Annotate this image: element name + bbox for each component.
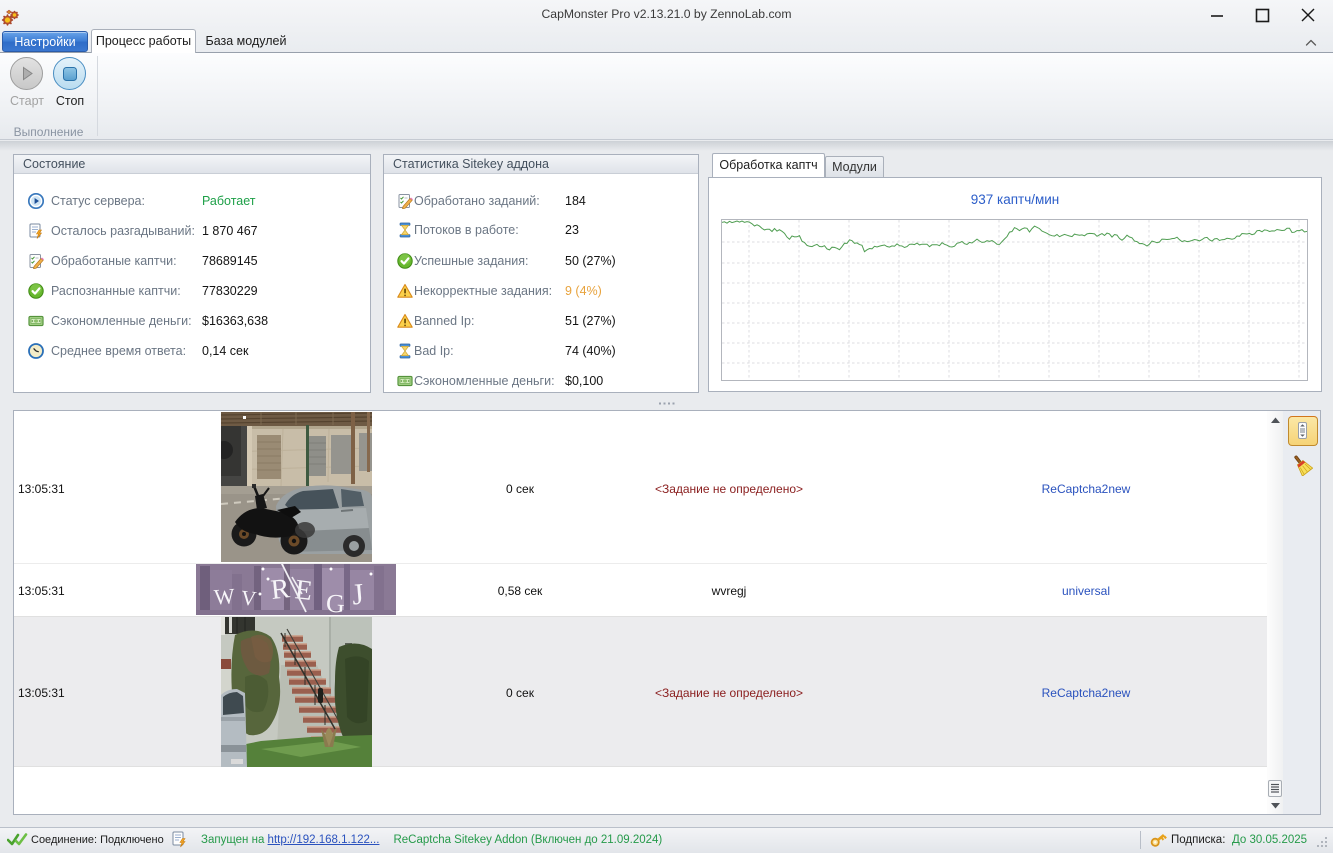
svg-text:W: W [213, 583, 236, 609]
svg-text:V: V [240, 585, 258, 610]
svg-text:G: G [326, 589, 346, 615]
